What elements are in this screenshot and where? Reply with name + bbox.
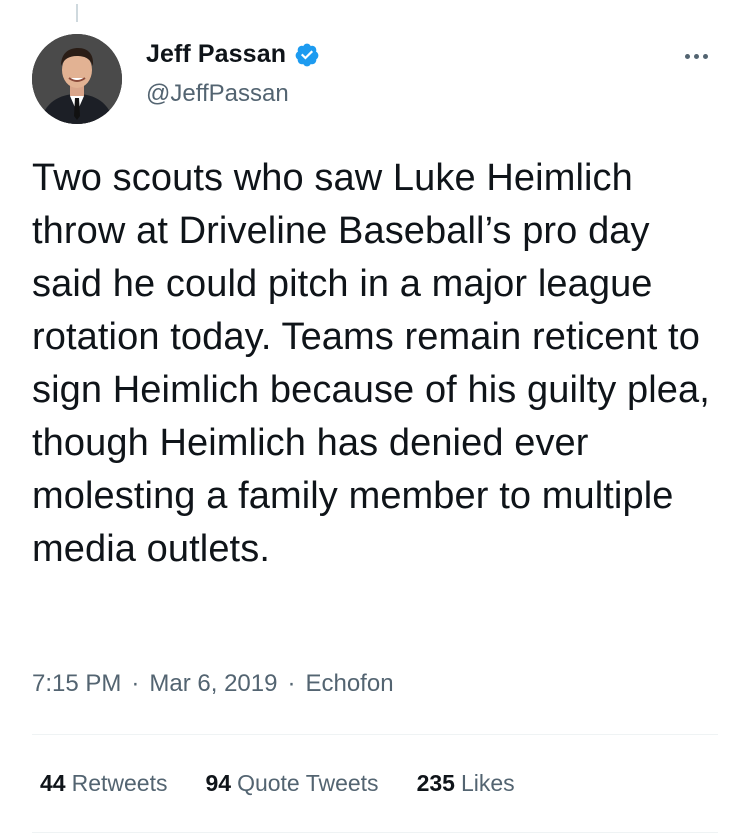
likes-stat[interactable]: 235 Likes (417, 770, 515, 797)
meta-separator: · (287, 670, 296, 697)
more-horizontal-icon (684, 53, 690, 59)
author-display-name[interactable]: Jeff Passan (146, 40, 286, 69)
verified-badge-icon (294, 42, 320, 68)
divider (32, 734, 718, 735)
quote-tweets-stat[interactable]: 94 Quote Tweets (205, 770, 378, 797)
avatar-image (32, 34, 122, 124)
meta-separator: · (131, 670, 140, 697)
author-name-row: Jeff Passan (146, 40, 320, 69)
retweets-stat[interactable]: 44 Retweets (40, 770, 167, 797)
quote-tweets-count: 94 (205, 770, 232, 796)
more-dot (693, 53, 699, 59)
tweet-source[interactable]: Echofon (305, 670, 393, 698)
tweet-header: Jeff Passan @JeffPassan (32, 34, 716, 124)
retweets-count: 44 (40, 770, 66, 796)
tweet-metadata: 7:15 PM · Mar 6, 2019 · Echofon (32, 670, 394, 698)
thread-connector-line (76, 4, 78, 22)
likes-count: 235 (416, 770, 455, 796)
tweet-date[interactable]: Mar 6, 2019 (149, 670, 277, 698)
author-handle[interactable]: @JeffPassan (146, 80, 289, 108)
divider (32, 832, 718, 833)
quote-tweets-label: Quote Tweets (237, 770, 379, 796)
tweet-time[interactable]: 7:15 PM (32, 670, 121, 698)
retweets-label: Retweets (71, 770, 168, 796)
likes-label: Likes (460, 770, 515, 796)
tweet-text: Two scouts who saw Luke Heimlich throw a… (32, 157, 710, 570)
avatar[interactable] (32, 34, 122, 124)
engagement-stats: 44 Retweets 94 Quote Tweets 235 Likes (40, 770, 515, 797)
more-dot (702, 53, 708, 59)
more-options-button[interactable] (676, 44, 716, 68)
